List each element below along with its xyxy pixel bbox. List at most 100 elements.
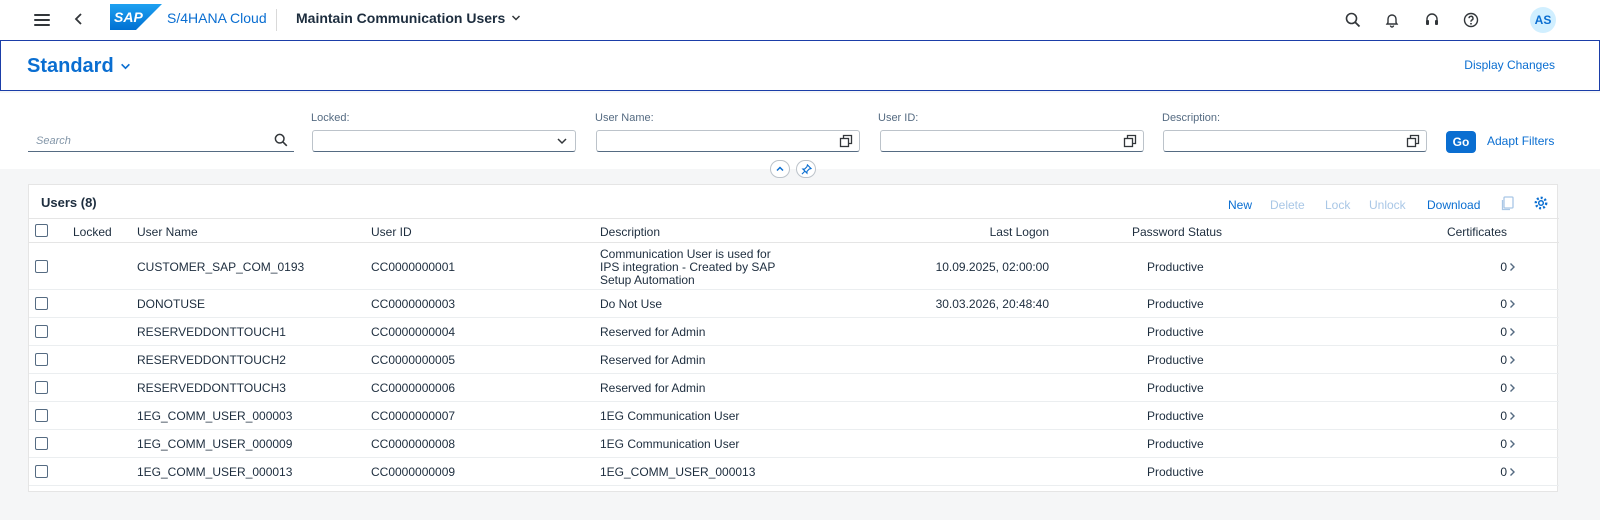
col-last-logon[interactable]: Last Logon bbox=[990, 225, 1049, 239]
row-checkbox[interactable] bbox=[35, 297, 48, 310]
app-title-menu[interactable]: Maintain Communication Users bbox=[296, 10, 521, 26]
cell-user-id: CC0000000001 bbox=[371, 260, 456, 274]
table-row[interactable]: RESERVEDDONTTOUCH3 CC0000000006 Reserved f… bbox=[29, 374, 1559, 402]
table-row[interactable]: 1EG_COMM_USER_000009 CC0000000008 1EG Comm… bbox=[29, 430, 1559, 458]
back-icon[interactable] bbox=[72, 9, 86, 29]
value-help-icon[interactable] bbox=[839, 134, 853, 148]
row-checkbox[interactable] bbox=[35, 437, 48, 450]
unlock-button[interactable]: Unlock bbox=[1369, 198, 1406, 212]
variant-header: Standard Display Changes bbox=[0, 40, 1600, 91]
variant-selector[interactable]: Standard bbox=[27, 55, 131, 78]
table-row[interactable]: RESERVEDDONTTOUCH2 CC0000000005 Reserved f… bbox=[29, 346, 1559, 374]
col-password-status[interactable]: Password Status bbox=[1132, 225, 1222, 239]
value-help-icon[interactable] bbox=[1406, 134, 1420, 148]
cell-description: Reserved for Admin bbox=[600, 353, 706, 367]
shell-divider bbox=[276, 9, 277, 31]
cell-description: 1EG Communication User bbox=[600, 409, 740, 423]
filter-bar: Search Locked: User Name: User ID: Descr… bbox=[0, 93, 1600, 169]
cell-user-id: CC0000000006 bbox=[371, 381, 456, 395]
row-checkbox[interactable] bbox=[35, 353, 48, 366]
table-title: Users (8) bbox=[41, 195, 97, 210]
table-row[interactable]: 1EG_COMM_USER_000013 CC0000000009 1EG_COMM… bbox=[29, 458, 1559, 486]
row-checkbox[interactable] bbox=[35, 381, 48, 394]
cell-user-name: RESERVEDDONTTOUCH2 bbox=[137, 353, 286, 367]
headset-icon[interactable] bbox=[1420, 8, 1444, 32]
cell-description: Do Not Use bbox=[600, 297, 663, 311]
cell-user-id: CC0000000003 bbox=[371, 297, 456, 311]
go-button[interactable]: Go bbox=[1446, 131, 1476, 153]
chevron-right-icon[interactable] bbox=[1507, 354, 1517, 366]
sap-logo[interactable]: SAP bbox=[110, 4, 162, 30]
cell-certificates: 0 bbox=[1500, 325, 1507, 339]
col-user-name[interactable]: User Name bbox=[137, 225, 198, 239]
display-changes-link[interactable]: Display Changes bbox=[1464, 58, 1555, 72]
pin-icon bbox=[801, 163, 812, 174]
select-all-checkbox[interactable] bbox=[35, 224, 48, 237]
cell-user-id: CC0000000008 bbox=[371, 437, 456, 451]
chevron-right-icon[interactable] bbox=[1507, 298, 1517, 310]
chevron-right-icon[interactable] bbox=[1507, 438, 1517, 450]
cell-user-id: CC0000000007 bbox=[371, 409, 456, 423]
cell-description: 1EG Communication User bbox=[600, 437, 740, 451]
bell-icon[interactable] bbox=[1380, 8, 1404, 32]
locked-select[interactable] bbox=[312, 130, 576, 152]
chevron-right-icon[interactable] bbox=[1507, 326, 1517, 338]
collapse-filterbar-button[interactable] bbox=[770, 160, 790, 178]
row-checkbox[interactable] bbox=[35, 325, 48, 338]
chevron-right-icon[interactable] bbox=[1507, 382, 1517, 394]
variant-title: Standard bbox=[27, 55, 114, 77]
search-icon[interactable] bbox=[274, 133, 288, 147]
pin-filterbar-button[interactable] bbox=[796, 160, 816, 178]
search-input[interactable]: Search bbox=[28, 130, 294, 152]
cell-certificates: 0 bbox=[1500, 437, 1507, 451]
description-field[interactable] bbox=[1163, 130, 1427, 152]
cell-user-id: CC0000000005 bbox=[371, 353, 456, 367]
table-row[interactable]: DONOTUSE CC0000000003 Do Not Use 30.03.2026… bbox=[29, 290, 1559, 318]
table-row[interactable]: CUSTOMER_SAP_COM_0193 CC0000000001 Communi… bbox=[29, 244, 1559, 290]
chevron-right-icon[interactable] bbox=[1507, 466, 1517, 478]
table-row[interactable]: 1EG_COMM_USER_000003 CC0000000007 1EG Comm… bbox=[29, 402, 1559, 430]
description-label: Description: bbox=[1162, 112, 1221, 124]
product-name: S/4HANA Cloud bbox=[167, 10, 267, 26]
userid-field[interactable] bbox=[880, 130, 1144, 152]
username-field[interactable] bbox=[596, 130, 860, 152]
cell-user-name: 1EG_COMM_USER_000003 bbox=[137, 409, 293, 423]
avatar[interactable]: AS bbox=[1530, 7, 1556, 33]
copy-icon[interactable] bbox=[1500, 195, 1516, 211]
col-description[interactable]: Description bbox=[600, 225, 660, 239]
col-locked[interactable]: Locked bbox=[73, 225, 112, 239]
table-row[interactable]: RESERVEDDONTTOUCH1 CC0000000004 Reserved f… bbox=[29, 318, 1559, 346]
cell-password-status: Productive bbox=[1147, 409, 1204, 423]
row-checkbox[interactable] bbox=[35, 260, 48, 273]
shell-bar: SAP S/4HANA Cloud Maintain Communication… bbox=[0, 0, 1600, 40]
locked-label: Locked: bbox=[311, 112, 350, 124]
chevron-down-icon bbox=[120, 63, 130, 70]
download-button[interactable]: Download bbox=[1427, 198, 1480, 212]
adapt-filters-button[interactable]: Adapt Filters bbox=[1487, 134, 1554, 148]
cell-user-name: CUSTOMER_SAP_COM_0193 bbox=[137, 260, 305, 274]
row-checkbox[interactable] bbox=[35, 409, 48, 422]
menu-icon[interactable] bbox=[34, 11, 50, 29]
cell-user-id: CC0000000004 bbox=[371, 325, 456, 339]
delete-button[interactable]: Delete bbox=[1270, 198, 1305, 212]
userid-label: User ID: bbox=[878, 112, 919, 124]
col-user-id[interactable]: User ID bbox=[371, 225, 412, 239]
col-certificates[interactable]: Certificates bbox=[1447, 225, 1507, 239]
row-checkbox[interactable] bbox=[35, 465, 48, 478]
search-icon[interactable] bbox=[1341, 8, 1365, 32]
chevron-right-icon[interactable] bbox=[1507, 261, 1517, 273]
new-button[interactable]: New bbox=[1228, 198, 1252, 212]
settings-gear-icon[interactable] bbox=[1533, 195, 1549, 211]
cell-user-name: DONOTUSE bbox=[137, 297, 206, 311]
cell-certificates: 0 bbox=[1500, 260, 1507, 274]
cell-user-id: CC0000000009 bbox=[371, 465, 456, 479]
logo-text: SAP bbox=[114, 9, 143, 25]
cell-certificates: 0 bbox=[1500, 465, 1507, 479]
app-title: Maintain Communication Users bbox=[296, 10, 506, 26]
chevron-right-icon[interactable] bbox=[1507, 410, 1517, 422]
help-icon[interactable] bbox=[1459, 8, 1483, 32]
value-help-icon[interactable] bbox=[1123, 134, 1137, 148]
cell-certificates: 0 bbox=[1500, 297, 1507, 311]
cell-certificates: 0 bbox=[1500, 353, 1507, 367]
lock-button[interactable]: Lock bbox=[1325, 198, 1350, 212]
